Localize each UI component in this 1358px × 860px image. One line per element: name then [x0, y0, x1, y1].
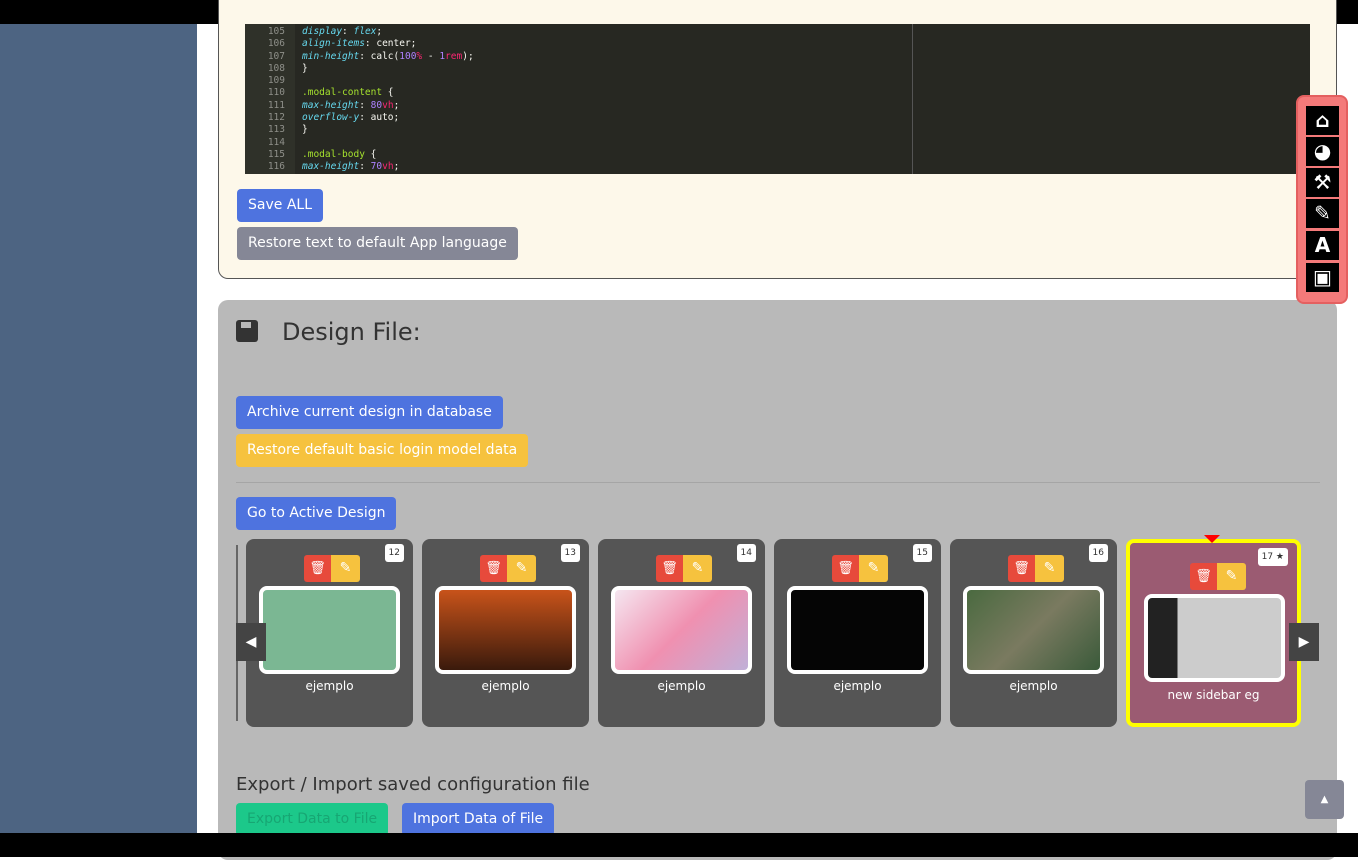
design-file-title: Design File:: [282, 318, 421, 346]
design-card[interactable]: 16 🗑 ✎ ejemplo: [950, 539, 1117, 727]
line-number: 113: [267, 124, 285, 136]
editor-divider: [912, 24, 913, 174]
line-number: 116: [267, 161, 285, 173]
design-thumbnail[interactable]: [787, 586, 928, 674]
save-icon[interactable]: ▣: [1306, 263, 1339, 292]
palette-icon[interactable]: ◕: [1306, 137, 1339, 166]
line-number: 108: [267, 62, 285, 74]
scroll-to-top-button[interactable]: ▲: [1305, 780, 1344, 819]
active-marker-icon: [1204, 535, 1220, 543]
edit-icon: ✎: [339, 560, 352, 576]
design-thumbnail[interactable]: [963, 586, 1104, 674]
save-icon: [236, 320, 258, 342]
code-text[interactable]: display: flex; align-items: center; min-…: [302, 26, 474, 174]
tool-sidebar: ⌂ ◕ ⚒ ✎ A ▣: [1296, 95, 1348, 304]
design-card[interactable]: 14 🗑 ✎ ejemplo: [598, 539, 765, 727]
bottom-bar: [0, 833, 1358, 857]
trash-icon: 🗑: [837, 561, 854, 576]
trash-icon: 🗑: [1013, 561, 1030, 576]
design-thumbnail[interactable]: [435, 586, 576, 674]
go-active-design-button[interactable]: Go to Active Design: [236, 497, 397, 530]
delete-button[interactable]: 🗑: [480, 555, 507, 582]
trash-icon: 🗑: [661, 561, 678, 576]
restore-text-button[interactable]: Restore text to default App language: [237, 227, 518, 260]
line-number: 112: [267, 112, 285, 124]
design-name: ejemplo: [481, 679, 530, 693]
design-name: ejemplo: [305, 679, 354, 693]
wrench-icon[interactable]: ⚒: [1306, 168, 1339, 197]
design-name: ejemplo: [657, 679, 706, 693]
archive-design-button[interactable]: Archive current design in database: [236, 396, 503, 429]
design-thumbnail[interactable]: [259, 586, 400, 674]
design-card[interactable]: 12 🗑 ✎ ejemplo: [246, 539, 413, 727]
edit-button[interactable]: ✎: [859, 555, 888, 582]
design-thumbnail[interactable]: [611, 586, 752, 674]
edit-button[interactable]: ✎: [507, 555, 536, 582]
delete-button[interactable]: 🗑: [1190, 563, 1217, 590]
delete-button[interactable]: 🗑: [832, 555, 859, 582]
export-import-heading: Export / Import saved configuration file: [236, 774, 590, 795]
edit-button[interactable]: ✎: [683, 555, 712, 582]
line-number: 114: [267, 136, 285, 148]
line-number: 105: [267, 26, 285, 37]
design-number-badge: 14: [736, 544, 756, 562]
trash-icon: 🗑: [485, 561, 502, 576]
design-name: new sidebar eg: [1167, 688, 1260, 702]
line-number: 107: [267, 50, 285, 62]
line-number: 111: [267, 99, 285, 111]
edit-icon: ✎: [1225, 568, 1238, 584]
restore-default-button[interactable]: Restore default basic login model data: [236, 434, 529, 467]
design-thumbnail[interactable]: [1144, 594, 1285, 682]
line-number: 106: [267, 38, 285, 50]
carousel-next-button[interactable]: ▶: [1289, 623, 1319, 661]
divider: [236, 482, 1320, 483]
edit-button[interactable]: ✎: [331, 555, 360, 582]
design-number-badge: 12: [384, 544, 404, 562]
edit-icon: ✎: [867, 560, 880, 576]
line-number: 115: [267, 148, 285, 160]
carousel-prev-button[interactable]: ◀: [236, 623, 266, 661]
edit-icon: ✎: [1043, 560, 1056, 576]
edit-icon: ✎: [515, 560, 528, 576]
design-number-badge: 15: [912, 544, 932, 562]
edit-icon: ✎: [691, 560, 704, 576]
edit-button[interactable]: ✎: [1217, 563, 1246, 590]
delete-button[interactable]: 🗑: [1008, 555, 1035, 582]
code-editor[interactable]: 105 106 107 108 109 110 111 112 113 114 115 116 dis…: [245, 24, 1310, 174]
design-name: ejemplo: [1009, 679, 1058, 693]
delete-button[interactable]: 🗑: [656, 555, 683, 582]
paintbrush-icon[interactable]: ✎: [1306, 199, 1339, 228]
delete-button[interactable]: 🗑: [304, 555, 331, 582]
edit-button[interactable]: ✎: [1035, 555, 1064, 582]
line-number: 110: [267, 87, 285, 99]
design-card[interactable]: 13 🗑 ✎ ejemplo: [422, 539, 589, 727]
left-sidebar: [0, 24, 197, 833]
import-data-button[interactable]: Import Data of File: [402, 803, 555, 836]
save-all-button[interactable]: Save ALL: [237, 189, 323, 222]
export-data-button[interactable]: Export Data to File: [236, 803, 389, 836]
active-design-card[interactable]: 17 ★ 🗑 ✎ new sidebar eg: [1126, 535, 1301, 727]
design-number-badge: 17 ★: [1257, 548, 1288, 566]
line-numbers: 105 106 107 108 109 110 111 112 113 114 115 116: [245, 24, 295, 174]
design-card[interactable]: 15 🗑 ✎ ejemplo: [774, 539, 941, 727]
design-number-badge: 13: [560, 544, 580, 562]
font-icon[interactable]: A: [1306, 231, 1339, 260]
trash-icon: 🗑: [1195, 569, 1212, 584]
home-icon[interactable]: ⌂: [1306, 106, 1339, 135]
trash-icon: 🗑: [309, 561, 326, 576]
design-name: ejemplo: [833, 679, 882, 693]
line-number: 109: [267, 75, 285, 87]
design-number-badge: 16: [1088, 544, 1108, 562]
